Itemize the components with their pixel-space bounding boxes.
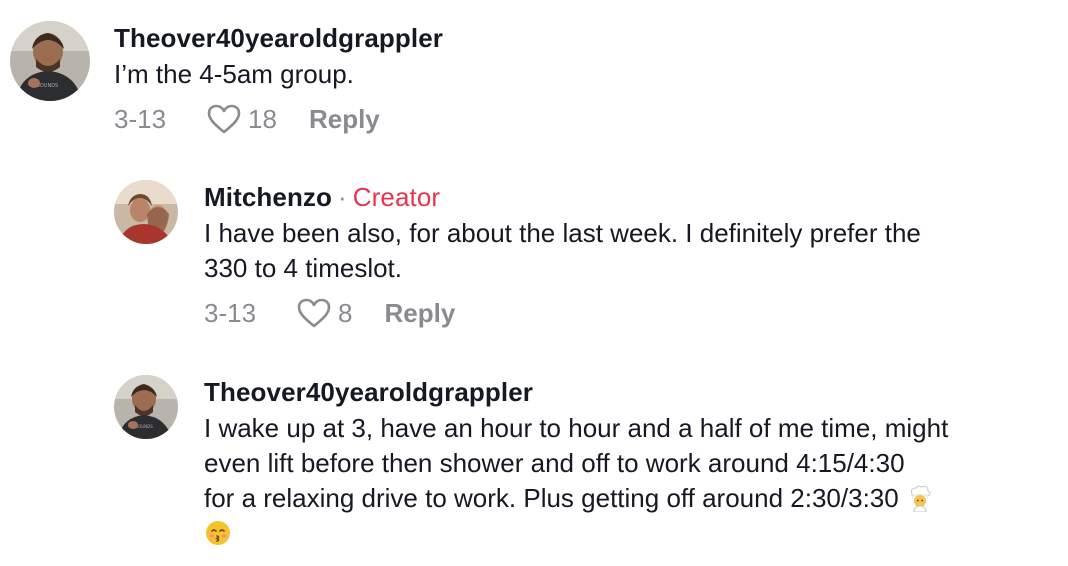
- avatar[interactable]: [114, 180, 178, 244]
- comment-text-line: [204, 516, 948, 551]
- heart-icon: [207, 104, 241, 134]
- like-button[interactable]: 8: [296, 296, 353, 330]
- comment-text-line: 330 to 4 timeslot.: [204, 253, 402, 283]
- comment-text-line: even lift before then shower and off to …: [204, 448, 905, 478]
- comment-text-segment: for a relaxing drive to work. Plus getti…: [204, 483, 899, 513]
- comment-text: I wake up at 3, have an hour to hour and…: [204, 411, 948, 551]
- comment-item: GOUNDS Theover40yearoldgrappler I’m the …: [10, 21, 443, 136]
- creator-badge: Creator: [352, 182, 441, 212]
- comment-date: 3-13: [204, 298, 257, 328]
- like-count: 8: [338, 298, 353, 328]
- avatar[interactable]: GOUNDS: [10, 21, 90, 101]
- cook-emoji: [906, 484, 934, 512]
- comment-username[interactable]: Mitchenzo: [204, 180, 332, 214]
- reply-button[interactable]: Reply: [309, 102, 380, 136]
- comment-text: I have been also, for about the last wee…: [204, 216, 921, 286]
- separator-dot: ·: [338, 182, 347, 212]
- comment-text-line: I have been also, for about the last wee…: [204, 218, 921, 248]
- comment-meta: 3-13 8 Reply: [204, 296, 921, 330]
- comment-username[interactable]: Theover40yearoldgrappler: [204, 375, 533, 409]
- heart-icon: [297, 298, 331, 328]
- like-button[interactable]: 18: [206, 102, 277, 136]
- avatar[interactable]: GOUNDS: [114, 375, 178, 439]
- kissing-face-emoji: [204, 519, 232, 547]
- reply-button[interactable]: Reply: [385, 296, 456, 330]
- reply-item: GOUNDS Theover40yearoldgrappler I wake u…: [114, 375, 948, 551]
- comment-username[interactable]: Theover40yearoldgrappler: [114, 21, 443, 55]
- comment-text-line: for a relaxing drive to work. Plus getti…: [204, 481, 948, 516]
- comment-meta: 3-13 18 Reply: [114, 102, 443, 136]
- reply-item: Mitchenzo · Creator I have been also, fo…: [114, 180, 921, 330]
- comment-text: I’m the 4-5am group.: [114, 59, 354, 89]
- comment-date: 3-13: [114, 104, 167, 134]
- comment-text-line: I wake up at 3, have an hour to hour and…: [204, 413, 949, 443]
- like-count: 18: [248, 104, 277, 134]
